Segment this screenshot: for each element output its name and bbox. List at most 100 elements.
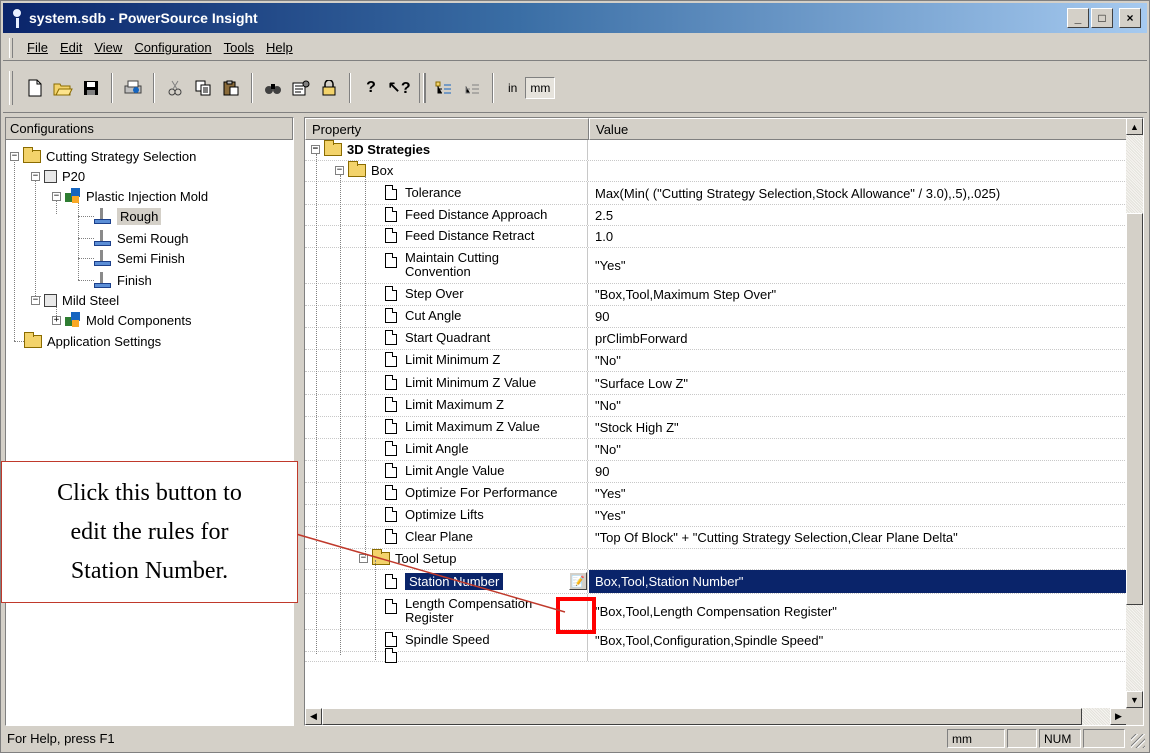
grid-row-limit-angle-value[interactable]: Limit Angle Value 90	[305, 461, 1127, 483]
property-value[interactable]: "Yes"	[589, 248, 1127, 283]
collapse-toggle[interactable]: −	[52, 191, 61, 201]
grid-row-feed-distance-approach[interactable]: Feed Distance Approach 2.5	[305, 205, 1127, 226]
collapse-tree-icon[interactable]	[459, 74, 485, 102]
edit-rules-button[interactable]: 📝	[569, 572, 587, 590]
collapse-toggle[interactable]: −	[311, 145, 320, 154]
expand-tree-icon[interactable]	[431, 74, 457, 102]
horizontal-scroll-thumb[interactable]	[322, 708, 1082, 725]
tree-item-semi-finish[interactable]: Semi Finish	[94, 248, 185, 268]
grid-row-optimize-lifts[interactable]: Optimize Lifts "Yes"	[305, 505, 1127, 527]
tree-item-p20[interactable]: − P20	[31, 166, 85, 186]
tree-item-mold-components[interactable]: + Mold Components	[52, 310, 192, 330]
property-value[interactable]: "Surface Low Z"	[589, 372, 1127, 394]
horizontal-scrollbar[interactable]: ◀ ▶	[305, 708, 1127, 725]
property-value[interactable]: "Box,Tool,Configuration,Spindle Speed"	[589, 630, 1127, 651]
print-icon[interactable]	[120, 74, 146, 102]
copy-icon[interactable]	[190, 74, 216, 102]
tree-item-plastic-mold[interactable]: − Plastic Injection Mold	[52, 186, 208, 206]
collapse-toggle[interactable]: −	[335, 166, 344, 175]
property-value[interactable]: 2.5	[589, 205, 1127, 225]
menu-help[interactable]: Help	[260, 40, 299, 55]
open-folder-icon[interactable]	[50, 74, 76, 102]
find-binoculars-icon[interactable]	[260, 74, 286, 102]
grid-row-cut-angle[interactable]: Cut Angle 90	[305, 306, 1127, 328]
menu-configuration[interactable]: Configuration	[128, 40, 217, 55]
tree-item-application-settings[interactable]: Application Settings	[24, 331, 161, 351]
app-icon[interactable]	[9, 7, 25, 29]
grid-row-3d-strategies[interactable]: − 3D Strategies	[305, 140, 1127, 161]
tree-item-semi-rough[interactable]: Semi Rough	[94, 228, 189, 248]
scroll-left-arrow-icon[interactable]: ◀	[305, 708, 322, 725]
grid-row-maintain-cutting-convention[interactable]: Maintain Cutting Convention "Yes"	[305, 248, 1127, 284]
collapse-toggle[interactable]: −	[31, 295, 40, 305]
scroll-up-arrow-icon[interactable]: ▲	[1126, 118, 1143, 135]
context-help-icon[interactable]: ↖?	[386, 74, 412, 102]
grid-row-feed-distance-retract[interactable]: Feed Distance Retract 1.0	[305, 226, 1127, 248]
property-value[interactable]: Max(Min( ("Cutting Strategy Selection,St…	[589, 182, 1127, 204]
toolbar-grip[interactable]	[9, 71, 13, 105]
property-value[interactable]: "Box,Tool,Maximum Step Over"	[589, 284, 1127, 305]
menu-file[interactable]: File	[21, 40, 54, 55]
column-header-value[interactable]: Value	[589, 118, 1127, 140]
title-bar[interactable]: system.sdb - PowerSource Insight _ □ ×	[3, 3, 1147, 33]
property-value[interactable]: "Top Of Block" + "Cutting Strategy Selec…	[589, 527, 1127, 548]
grid-row-tolerance[interactable]: Tolerance Max(Min( ("Cutting Strategy Se…	[305, 182, 1127, 205]
close-button[interactable]: ×	[1119, 8, 1141, 28]
paste-icon[interactable]	[218, 74, 244, 102]
grid-row-spindle-speed[interactable]: Spindle Speed "Box,Tool,Configuration,Sp…	[305, 630, 1127, 652]
new-document-icon[interactable]	[22, 74, 48, 102]
units-mm-button[interactable]: mm	[525, 76, 556, 99]
properties-icon[interactable]	[288, 74, 314, 102]
tree-item-rough[interactable]: Rough	[94, 206, 162, 226]
help-icon[interactable]: ?	[358, 74, 384, 102]
property-value[interactable]: "No"	[589, 395, 1127, 416]
property-value[interactable]: "No"	[589, 350, 1127, 371]
collapse-toggle[interactable]: −	[359, 554, 368, 563]
cut-icon[interactable]	[162, 74, 188, 102]
property-value[interactable]: "Box,Tool,Length Compensation Register"	[589, 594, 1127, 629]
grid-row-step-over[interactable]: Step Over "Box,Tool,Maximum Step Over"	[305, 284, 1127, 306]
configurations-header[interactable]: Configurations	[6, 118, 293, 140]
property-value[interactable]: "No"	[589, 439, 1127, 460]
grid-row-clear-plane[interactable]: Clear Plane "Top Of Block" + "Cutting St…	[305, 527, 1127, 549]
grid-row-length-compensation-register[interactable]: Length Compensation Register "Box,Tool,L…	[305, 594, 1127, 630]
property-value[interactable]: 90	[589, 461, 1127, 482]
tree-item-finish[interactable]: Finish	[94, 270, 152, 290]
grid-row-limit-angle[interactable]: Limit Angle "No"	[305, 439, 1127, 461]
grid-row-optimize-for-performance[interactable]: Optimize For Performance "Yes"	[305, 483, 1127, 505]
scroll-right-arrow-icon[interactable]: ▶	[1110, 708, 1127, 725]
grid-row-station-number[interactable]: Station Number 📝 Box,Tool,Station Number…	[305, 570, 1127, 594]
vertical-scroll-thumb[interactable]	[1126, 213, 1143, 605]
property-value[interactable]: prClimbForward	[589, 328, 1127, 349]
scroll-down-arrow-icon[interactable]: ▼	[1126, 691, 1143, 708]
lock-icon[interactable]	[316, 74, 342, 102]
property-grid-pane[interactable]: Property Value − 3D Strategies − Box Tol…	[304, 117, 1144, 726]
property-value[interactable]: "Yes"	[589, 505, 1127, 526]
menu-view[interactable]: View	[88, 40, 128, 55]
property-value[interactable]: 1.0	[589, 226, 1127, 247]
grid-row-limit-maximum-z[interactable]: Limit Maximum Z "No"	[305, 395, 1127, 417]
tree-item-cutting-strategy[interactable]: − Cutting Strategy Selection	[10, 146, 196, 166]
property-value[interactable]: "Stock High Z"	[589, 417, 1127, 438]
vertical-scrollbar[interactable]: ▲ ▼	[1126, 118, 1143, 708]
grid-row-start-quadrant[interactable]: Start Quadrant prClimbForward	[305, 328, 1127, 350]
maximize-button[interactable]: □	[1091, 8, 1113, 28]
column-header-property[interactable]: Property	[305, 118, 589, 140]
menubar-grip[interactable]	[9, 38, 13, 58]
grid-row-box[interactable]: − Box	[305, 161, 1127, 182]
units-inch-button[interactable]: in	[504, 77, 521, 99]
resize-grip[interactable]	[1131, 734, 1145, 748]
expand-toggle[interactable]: +	[52, 315, 61, 325]
grid-row-limit-minimum-z[interactable]: Limit Minimum Z "No"	[305, 350, 1127, 372]
property-value[interactable]: 90	[589, 306, 1127, 327]
menu-edit[interactable]: Edit	[54, 40, 88, 55]
save-disk-icon[interactable]	[78, 74, 104, 102]
grid-row-limit-maximum-z-value[interactable]: Limit Maximum Z Value "Stock High Z"	[305, 417, 1127, 439]
property-value[interactable]: "Yes"	[589, 483, 1127, 504]
collapse-toggle[interactable]: −	[31, 171, 40, 181]
grid-row-limit-minimum-z-value[interactable]: Limit Minimum Z Value "Surface Low Z"	[305, 372, 1127, 395]
minimize-button[interactable]: _	[1067, 8, 1089, 28]
collapse-toggle[interactable]: −	[10, 151, 19, 161]
tree-item-mild-steel[interactable]: − Mild Steel	[31, 290, 119, 310]
menu-tools[interactable]: Tools	[218, 40, 260, 55]
